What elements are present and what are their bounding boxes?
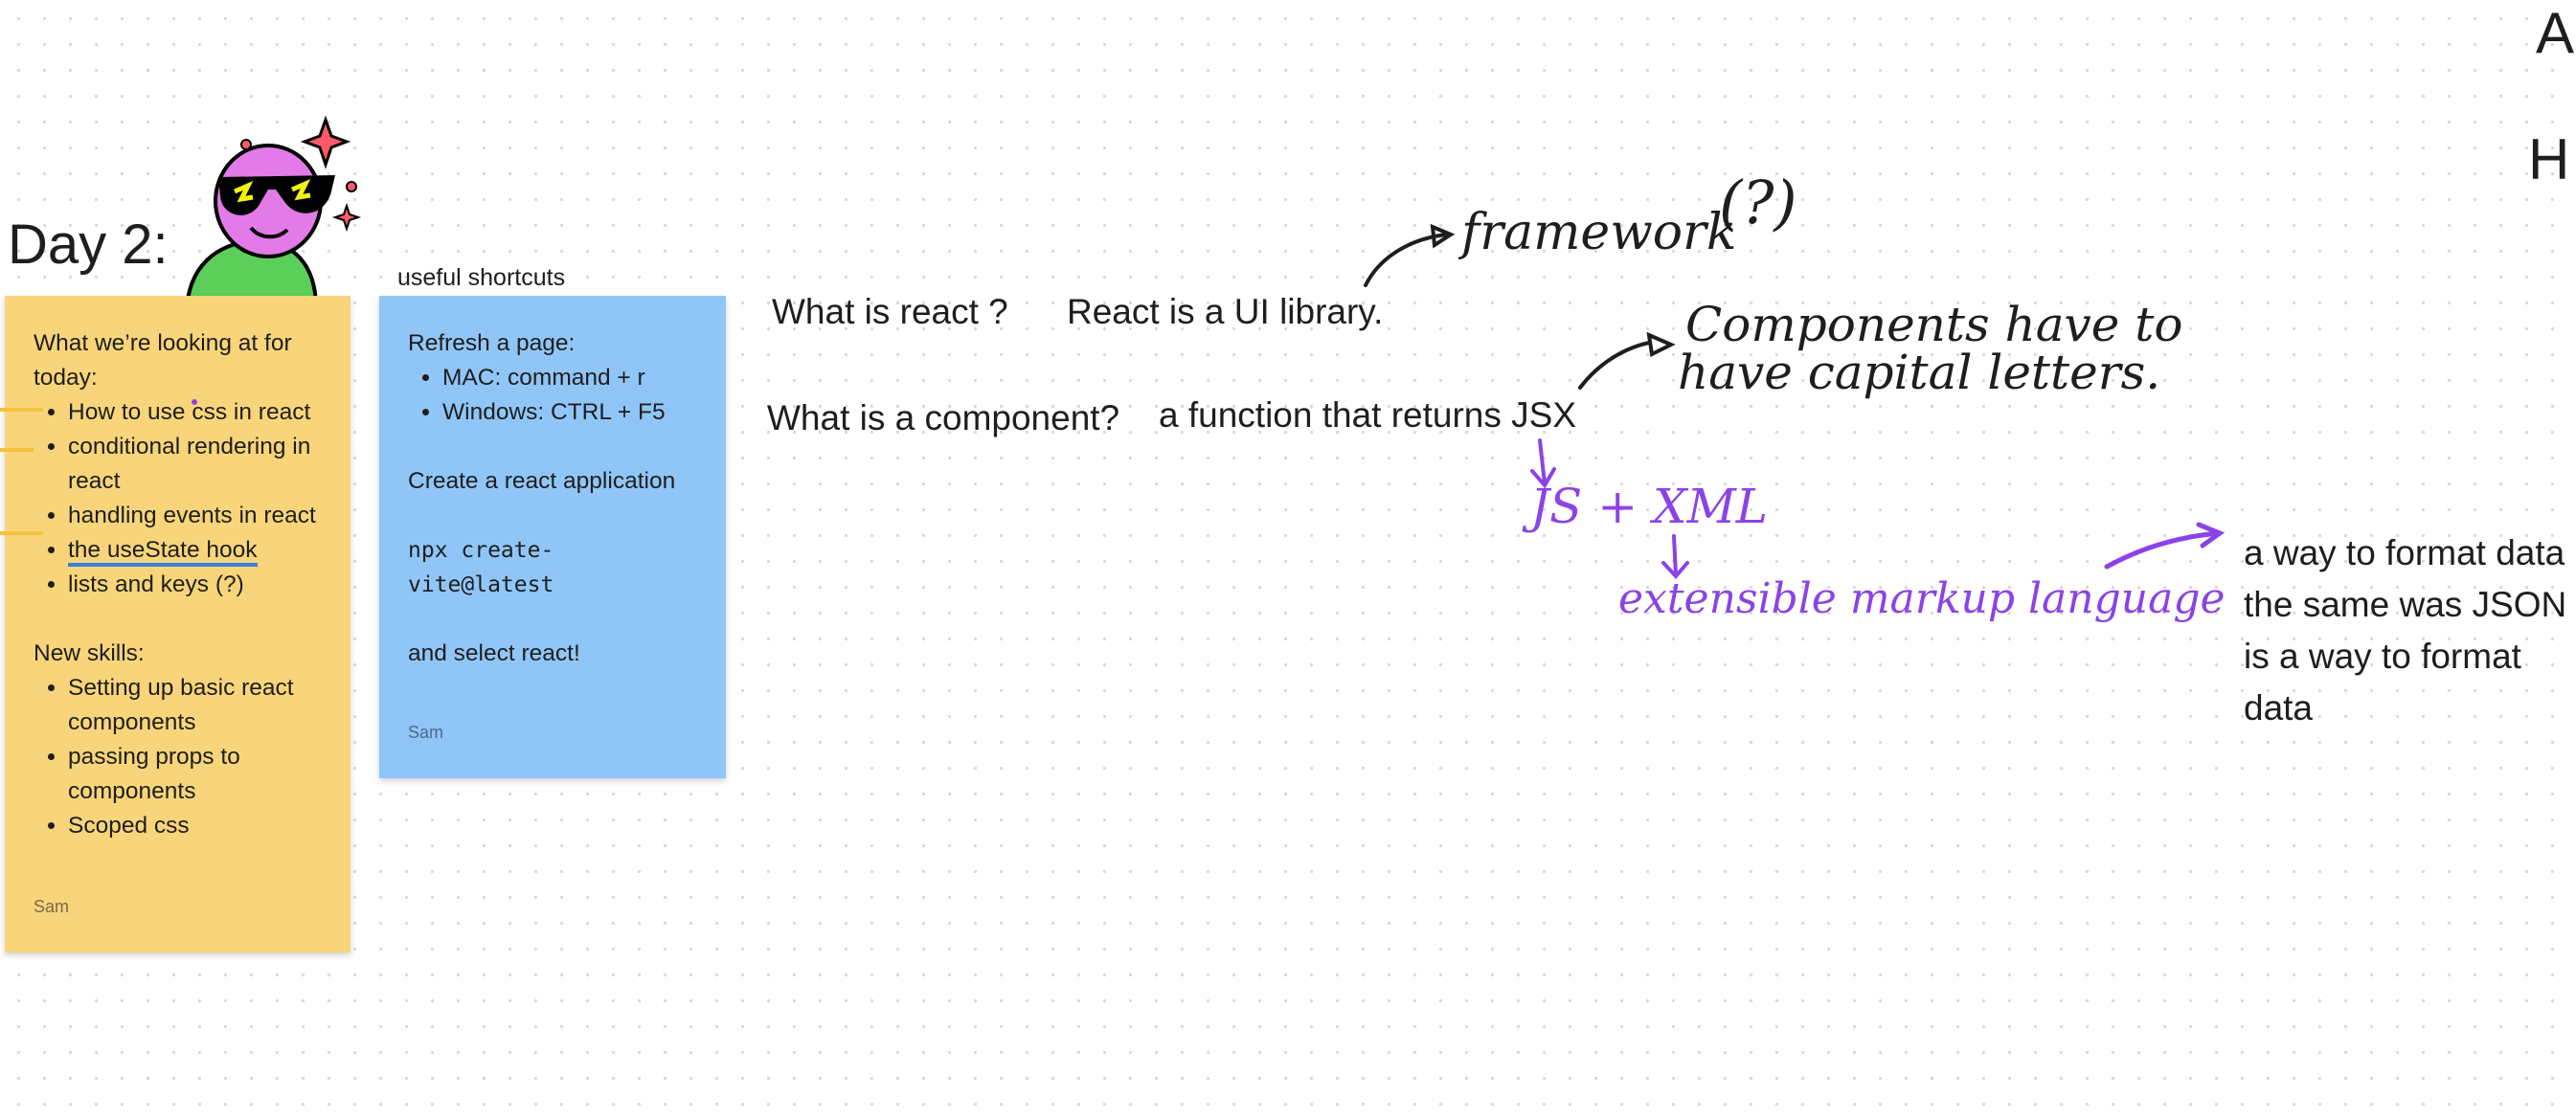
list-item: How to use css in react <box>68 395 322 430</box>
list-item: conditional rendering in react <box>68 430 322 499</box>
create-title: Create a react application <box>408 468 676 494</box>
list-item: MAC: command + r <box>442 361 697 395</box>
command-text: npx create-vite@latest <box>408 538 554 597</box>
question-react[interactable]: What is react ? <box>772 292 1008 332</box>
hand-framework: framework <box>1461 204 1737 261</box>
topics-list: How to use css in react conditional rend… <box>34 395 322 602</box>
edge-letter-2: H <box>2528 127 2570 191</box>
underlined-topic: the useState hook <box>68 537 258 567</box>
hand-jsx: JS + XML <box>1530 479 1768 534</box>
list-item: Windows: CTRL + F5 <box>442 395 697 430</box>
refresh-title: Refresh a page: <box>408 330 576 356</box>
refresh-list: MAC: command + r Windows: CTRL + F5 <box>408 361 697 430</box>
list-item: passing props to components <box>68 740 322 809</box>
day-heading: Day 2: <box>8 213 169 276</box>
skills-list: Setting up basic react components passin… <box>34 671 322 843</box>
list-item: Setting up basic react components <box>68 671 322 740</box>
sticky-note-today[interactable]: What we’re looking at for today: How to … <box>5 296 350 952</box>
list-item: lists and keys (?) <box>68 568 322 602</box>
question-component[interactable]: What is a component? <box>767 398 1119 438</box>
skills-title: New skills: <box>34 640 145 666</box>
answer-react[interactable]: React is a UI library. <box>1067 292 1383 332</box>
note-author: Sam <box>408 723 444 742</box>
hand-components-line2: have capital letters. <box>1678 345 2161 400</box>
sticky-note-shortcuts[interactable]: Refresh a page: MAC: command + r Windows… <box>379 296 726 778</box>
list-item: the useState hook <box>68 533 322 568</box>
note-intro: What we’re looking at for today: <box>34 330 292 391</box>
select-text: and select react! <box>408 640 580 666</box>
hand-question: (?) <box>1719 168 1797 237</box>
note-author: Sam <box>34 897 70 916</box>
answer-component[interactable]: a function that returns JSX <box>1159 395 1576 436</box>
json-note[interactable]: a way to format data the same was JSON i… <box>2244 527 2569 734</box>
edge-letter-1: A <box>2536 1 2575 65</box>
list-item: Scoped css <box>68 809 322 843</box>
shortcuts-title: useful shortcuts <box>397 264 566 291</box>
hand-extensible: extensible markup language <box>1618 574 2226 623</box>
list-item: handling events in react <box>68 499 322 533</box>
